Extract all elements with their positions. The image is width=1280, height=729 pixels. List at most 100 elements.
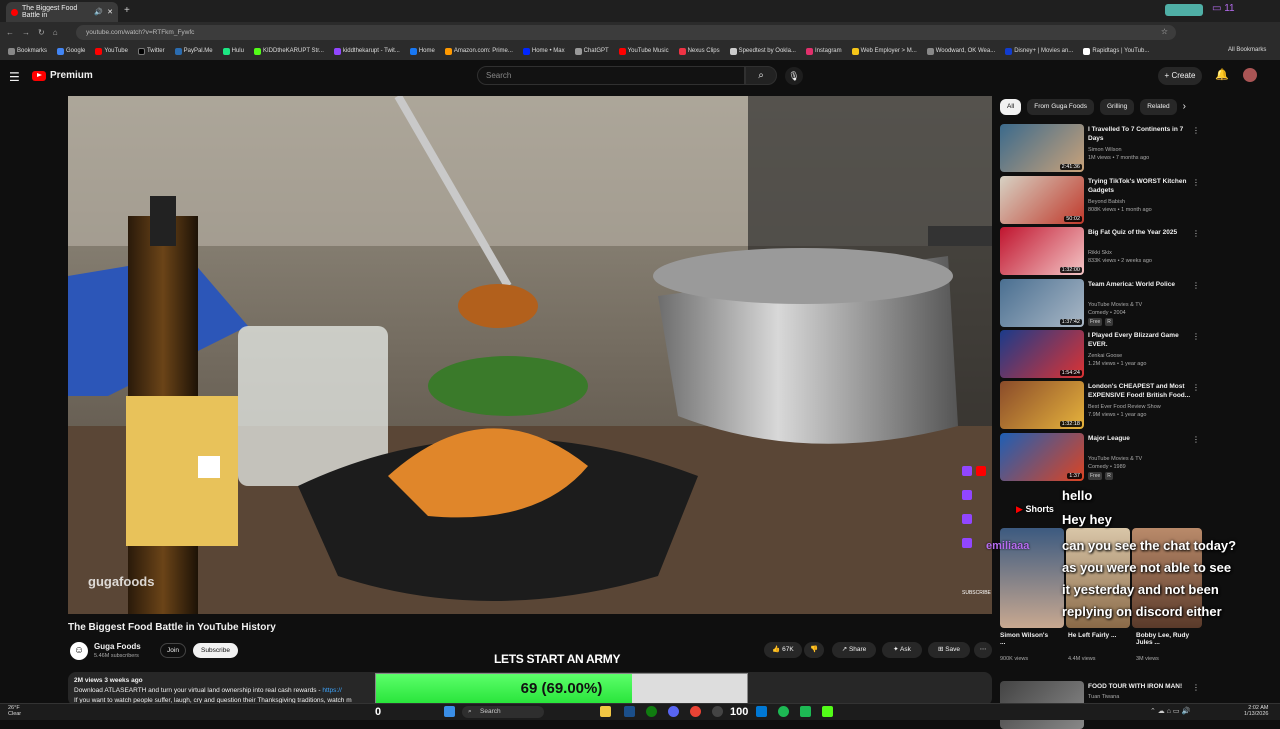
- new-tab-button[interactable]: +: [124, 5, 130, 16]
- steam-icon[interactable]: [624, 706, 635, 717]
- recommendation-channel[interactable]: YouTube Movies & TV: [1088, 301, 1192, 309]
- recommendation-title[interactable]: I Travelled To 7 Continents in 7 Days: [1088, 126, 1192, 143]
- recommendation-thumbnail[interactable]: 1:32:00: [1000, 227, 1084, 275]
- menu-icon[interactable]: ☰: [9, 70, 20, 84]
- recommendation-title[interactable]: Big Fat Quiz of the Year 2025: [1088, 229, 1192, 238]
- bookmark-item[interactable]: Rapidtags | YouTub...: [1083, 47, 1149, 55]
- recommendation-channel[interactable]: Tuan Tiwana: [1088, 693, 1192, 701]
- bookmark-item[interactable]: Bookmarks: [8, 47, 47, 55]
- subscribe-button[interactable]: Subscribe: [193, 643, 238, 658]
- reload-icon[interactable]: ↻: [38, 28, 45, 37]
- chevron-right-icon[interactable]: ›: [1183, 99, 1186, 115]
- channel-avatar[interactable]: ☺: [70, 642, 88, 660]
- recommendation-title[interactable]: Team America: World Police: [1088, 281, 1192, 290]
- more-actions-button[interactable]: ⋯: [974, 642, 992, 658]
- bookmark-item[interactable]: Hulu: [222, 47, 244, 55]
- bookmark-item[interactable]: Twitter: [137, 47, 165, 55]
- video-player[interactable]: gugafoods SUBSCRIBE: [68, 96, 992, 614]
- recommendation-channel[interactable]: YouTube Movies & TV: [1088, 455, 1192, 463]
- chip-related[interactable]: Related: [1140, 99, 1177, 115]
- recommendation-thumbnail[interactable]: 1:54:24: [1000, 330, 1084, 378]
- search-button[interactable]: ⌕: [745, 66, 777, 85]
- search-input[interactable]: Search: [477, 66, 745, 85]
- taskbar-search[interactable]: ⌕ Search: [462, 706, 544, 718]
- minimize-button[interactable]: [1165, 4, 1203, 16]
- weather-widget[interactable]: 26°F Clear: [8, 705, 21, 717]
- ask-button[interactable]: ✦ Ask: [882, 642, 922, 658]
- bookmark-item[interactable]: YouTube: [95, 47, 128, 55]
- bookmark-item[interactable]: Instagram: [805, 47, 842, 55]
- recommendation-channel[interactable]: Zenkai Goose: [1088, 352, 1192, 360]
- recommendation-thumbnail[interactable]: 2:41:36: [1000, 124, 1084, 172]
- recommendation-title[interactable]: Trying TikTok's WORST Kitchen Gadgets: [1088, 178, 1192, 195]
- recommendation-thumbnail[interactable]: 50:02: [1000, 176, 1084, 224]
- forward-icon[interactable]: →: [22, 28, 30, 37]
- bookmark-item[interactable]: PayPal.Me: [174, 47, 213, 55]
- app-icon[interactable]: [756, 706, 767, 717]
- chrome-icon[interactable]: [690, 706, 701, 717]
- back-icon[interactable]: ←: [6, 28, 14, 37]
- window-controls[interactable]: ▭ 11: [1212, 3, 1235, 14]
- recommendation-item[interactable]: 1:37 Major League YouTube Movies & TV Comed…: [1000, 433, 1200, 481]
- more-options-icon[interactable]: ⋮: [1192, 383, 1200, 392]
- taskbar-clock[interactable]: 2:02 AM 1/13/2026: [1244, 705, 1268, 717]
- recommendation-channel[interactable]: Beyond Babish: [1088, 198, 1192, 206]
- recommendation-item[interactable]: 1:32:18 London's CHEAPEST and Most EXPENS…: [1000, 381, 1200, 429]
- chip-from-channel[interactable]: From Guga Foods: [1027, 99, 1094, 115]
- recommendation-channel[interactable]: Best Ever Food Review Show: [1088, 403, 1192, 411]
- app-icon[interactable]: [822, 706, 833, 717]
- more-options-icon[interactable]: ⋮: [1192, 332, 1200, 341]
- app-icon[interactable]: [800, 706, 811, 717]
- bookmark-item[interactable]: Nexus Clips: [678, 47, 720, 55]
- bookmark-item[interactable]: ChatGPT: [574, 47, 609, 55]
- bookmark-item[interactable]: Speedtest by Ookla...: [729, 47, 796, 55]
- like-button[interactable]: 👍 67K: [764, 642, 802, 658]
- youtube-logo[interactable]: Premium: [32, 70, 93, 81]
- recommendation-item[interactable]: 50:02 Trying TikTok's WORST Kitchen Gadge…: [1000, 176, 1200, 224]
- more-options-icon[interactable]: ⋮: [1192, 281, 1200, 290]
- short-title[interactable]: Bobby Lee, Rudy Jules ...: [1136, 632, 1190, 646]
- more-options-icon[interactable]: ⋮: [1192, 229, 1200, 238]
- recommendation-title[interactable]: London's CHEAPEST and Most EXPENSIVE Foo…: [1088, 383, 1192, 400]
- more-options-icon[interactable]: ⋮: [1192, 178, 1200, 187]
- bookmark-star-icon[interactable]: ☆: [1161, 27, 1168, 36]
- recommendation-thumbnail[interactable]: 1:37:42: [1000, 279, 1084, 327]
- recommendation-channel[interactable]: Simon Wilson: [1088, 146, 1192, 154]
- address-bar[interactable]: youtube.com/watch?v=RTFkm_Fywfc ☆: [76, 25, 1176, 40]
- bookmark-item[interactable]: Google: [57, 47, 85, 55]
- recommendation-item[interactable]: 1:32:00 Big Fat Quiz of the Year 2025 Rikk…: [1000, 227, 1200, 275]
- avatar[interactable]: [1243, 68, 1257, 82]
- bookmark-item[interactable]: Disney+ | Movies an...: [1005, 47, 1073, 55]
- close-tab-icon[interactable]: ✕: [107, 8, 113, 16]
- save-button[interactable]: ⊞ Save: [928, 642, 970, 658]
- create-button[interactable]: + Create: [1158, 67, 1202, 85]
- recommendation-title[interactable]: I Played Every Blizzard Game EVER.: [1088, 332, 1192, 349]
- xbox-icon[interactable]: [646, 706, 657, 717]
- bookmark-item[interactable]: kiddthekarupt - Twit...: [333, 47, 400, 55]
- more-options-icon[interactable]: ⋮: [1192, 126, 1200, 135]
- voice-search-button[interactable]: 🎙: [785, 67, 803, 85]
- recommendation-channel[interactable]: Rikki Skix: [1088, 249, 1192, 257]
- bookmark-item[interactable]: Amazon.com: Prime...: [444, 47, 513, 55]
- bookmark-item[interactable]: Home • Max: [522, 47, 565, 55]
- recommendation-item[interactable]: 2:41:36 I Travelled To 7 Continents in 7 …: [1000, 124, 1200, 172]
- chip-all[interactable]: All: [1000, 99, 1022, 115]
- bookmark-item[interactable]: Home: [409, 47, 435, 55]
- system-tray[interactable]: ⌃ ☁ ⌂ ▭ 🔊: [1150, 707, 1190, 715]
- obs-icon[interactable]: [712, 706, 723, 717]
- channel-name[interactable]: Guga Foods: [94, 642, 141, 651]
- recommendation-item[interactable]: 1:54:24 I Played Every Blizzard Game EVER…: [1000, 330, 1200, 378]
- recommendation-thumbnail[interactable]: 1:37: [1000, 433, 1084, 481]
- file-explorer-icon[interactable]: [600, 706, 611, 717]
- browser-tab[interactable]: The Biggest Food Battle in 🔊 ✕: [6, 2, 118, 22]
- bookmark-item[interactable]: YouTube Music: [618, 47, 669, 55]
- audio-icon[interactable]: 🔊: [94, 8, 103, 16]
- spotify-icon[interactable]: [778, 706, 789, 717]
- share-button[interactable]: ↗ Share: [832, 642, 876, 658]
- recommendation-title[interactable]: Major League: [1088, 435, 1192, 444]
- more-options-icon[interactable]: ⋮: [1192, 683, 1200, 692]
- dislike-button[interactable]: 👎: [804, 642, 824, 658]
- bookmark-item[interactable]: Woodward, OK Wea...: [926, 47, 995, 55]
- more-options-icon[interactable]: ⋮: [1192, 435, 1200, 444]
- windows-start-icon[interactable]: [444, 706, 455, 717]
